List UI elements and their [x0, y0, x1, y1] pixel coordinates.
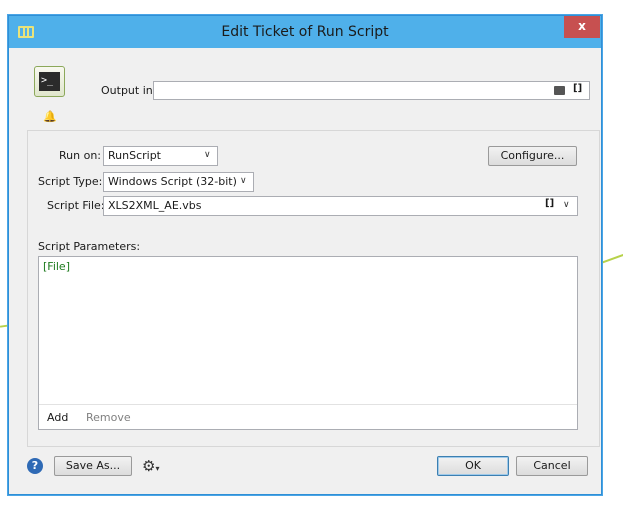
- chevron-down-icon: ∨: [240, 176, 247, 186]
- parameters-toolbar: Add Remove: [39, 404, 577, 429]
- run-on-label: Run on:: [59, 149, 101, 162]
- dialog-title: Edit Ticket of Run Script: [221, 24, 389, 40]
- save-as-button[interactable]: Save As...: [54, 456, 132, 476]
- terminal-icon[interactable]: >_: [34, 66, 65, 97]
- script-file-value: XLS2XML_AE.vbs: [108, 199, 202, 212]
- help-icon[interactable]: ?: [27, 458, 43, 474]
- run-on-select[interactable]: RunScript ∨: [103, 146, 218, 166]
- variable-icon[interactable]: []: [545, 198, 554, 209]
- background-connector-line: [600, 253, 623, 265]
- script-parameters-label: Script Parameters:: [38, 240, 141, 253]
- close-button[interactable]: x: [564, 16, 600, 38]
- variable-icon[interactable]: []: [573, 83, 582, 94]
- script-file-label: Script File:: [47, 199, 105, 212]
- configure-button[interactable]: Configure...: [488, 146, 577, 166]
- gear-icon[interactable]: ⚙▾: [142, 457, 170, 475]
- bell-icon[interactable]: 🔔: [43, 111, 57, 123]
- terminal-prompt: >_: [39, 72, 60, 91]
- chevron-down-icon: ▾: [155, 464, 160, 473]
- list-item[interactable]: [File]: [43, 260, 70, 273]
- script-type-label: Script Type:: [38, 175, 103, 188]
- script-file-field[interactable]: XLS2XML_AE.vbs [] ∨: [103, 196, 578, 216]
- add-parameter-button[interactable]: Add: [47, 411, 68, 424]
- output-in-label: Output in:: [101, 84, 157, 97]
- script-type-value: Windows Script (32-bit): [108, 175, 237, 188]
- output-in-field[interactable]: []: [153, 81, 590, 100]
- cancel-button[interactable]: Cancel: [516, 456, 588, 476]
- edit-ticket-dialog: Edit Ticket of Run Script x >_ 🔔 Output …: [8, 15, 602, 495]
- remove-parameter-button[interactable]: Remove: [86, 411, 131, 424]
- ok-button[interactable]: OK: [437, 456, 509, 476]
- chevron-down-icon[interactable]: ∨: [563, 200, 570, 210]
- folder-icon[interactable]: [554, 86, 565, 95]
- script-type-select[interactable]: Windows Script (32-bit) ∨: [103, 172, 254, 192]
- run-on-value: RunScript: [108, 149, 161, 162]
- chevron-down-icon: ∨: [204, 150, 211, 160]
